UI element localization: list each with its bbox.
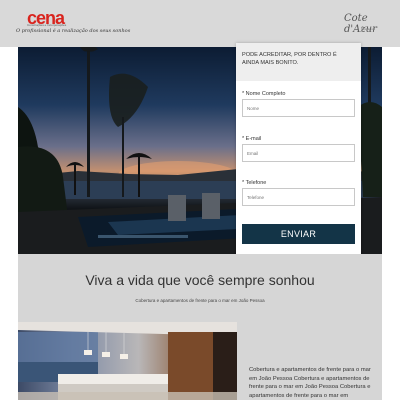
interior-image — [18, 322, 237, 400]
name-label: * Nome Completo — [242, 91, 286, 97]
name-input[interactable] — [242, 99, 355, 117]
feature-description: Cobertura e apartamentos de frente para … — [249, 367, 371, 399]
logo-tagline: O profissional é a realização dos seus s… — [16, 28, 131, 34]
site-header: cena Construções e Incorporações O profi… — [0, 0, 400, 47]
form-headline: PODE ACREDITAR, POR DENTRO É AINDA MAIS … — [236, 43, 361, 81]
phone-input[interactable] — [242, 188, 355, 206]
logo-subtext: Construções e Incorporações — [27, 23, 67, 27]
cote-dazur-logo: Cote d'Azur — [344, 13, 377, 35]
feature-section: Cobertura e apartamentos de frente para … — [18, 322, 382, 400]
interior-scene — [18, 322, 237, 400]
intro-subtitle: Cobertura e apartamentos de frente para … — [135, 298, 265, 303]
intro-title: Viva a vida que você sempre sonhou — [85, 272, 315, 288]
contact-form: PODE ACREDITAR, POR DENTRO É AINDA MAIS … — [236, 43, 361, 269]
landing-page: cena Construções e Incorporações O profi… — [0, 0, 400, 400]
email-input[interactable] — [242, 144, 355, 162]
cote-dazur-subtext: Residence — [361, 27, 376, 31]
email-label: * E-mail — [242, 136, 262, 142]
phone-label: * Telefone — [242, 180, 267, 186]
submit-button[interactable]: ENVIAR — [242, 224, 355, 244]
intro-section: Viva a vida que você sempre sonhou Cober… — [18, 254, 382, 322]
